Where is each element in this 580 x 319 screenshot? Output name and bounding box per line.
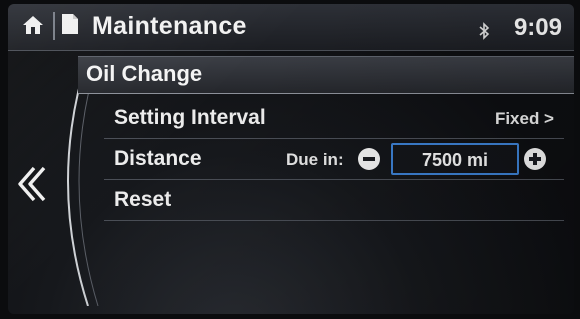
setting-interval-value: Fixed > [494, 109, 554, 128]
reset-row[interactable]: Reset [104, 180, 564, 221]
setting-interval-label: Setting Interval [114, 106, 266, 129]
display-screen: Maintenance 9:09 Oil Change Setting Inte… [8, 4, 574, 314]
distance-value: 7500 mi [421, 150, 489, 170]
increase-button[interactable] [524, 148, 546, 170]
section-header: Oil Change [78, 56, 574, 94]
home-icon[interactable] [22, 14, 44, 36]
distance-row: Distance Due in: 7500 mi [104, 139, 564, 180]
photo-frame: Maintenance 9:09 Oil Change Setting Inte… [0, 0, 580, 319]
due-in-label: Due in: [286, 150, 344, 169]
reset-label: Reset [114, 188, 172, 211]
section-title: Oil Change [86, 61, 203, 86]
decrease-button[interactable] [358, 148, 380, 170]
clock: 9:09 [513, 14, 562, 41]
distance-label: Distance [114, 147, 202, 170]
bluetooth-icon [479, 22, 490, 40]
document-icon [62, 14, 78, 34]
header-bar: Maintenance 9:09 [8, 4, 574, 51]
header-divider [53, 12, 55, 40]
back-button[interactable] [14, 164, 48, 204]
page-title: Maintenance [92, 12, 247, 40]
distance-value-field[interactable]: 7500 mi [391, 143, 519, 175]
setting-interval-row[interactable]: Setting Interval Fixed > [104, 98, 564, 139]
